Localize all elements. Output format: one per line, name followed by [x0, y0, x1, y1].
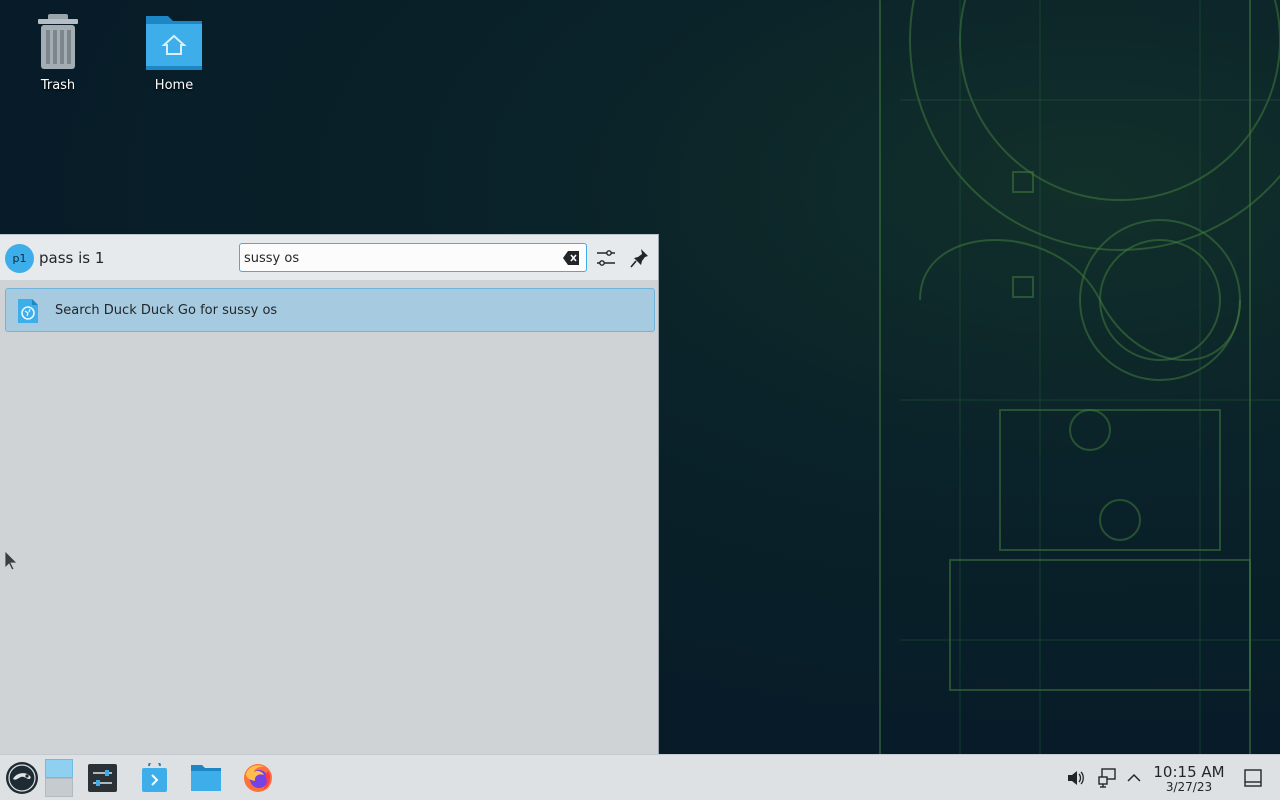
desktop-icon-home[interactable]: Home	[126, 12, 222, 93]
taskbar: 10:15 AM 3/27/23	[0, 754, 1280, 800]
trash-icon	[38, 14, 78, 69]
file-manager-icon[interactable]	[190, 764, 222, 792]
settings-app-icon[interactable]	[88, 764, 117, 792]
mouse-cursor-icon	[4, 550, 18, 571]
firefox-icon[interactable]	[242, 762, 274, 794]
clear-text-icon[interactable]	[562, 250, 580, 266]
opensuse-logo-icon[interactable]	[5, 761, 39, 795]
clock-time[interactable]: 10:15 AM	[1152, 763, 1226, 781]
application-launcher: p1 pass is 1 S	[0, 234, 659, 754]
avatar[interactable]: p1	[5, 244, 34, 273]
search-result-label: Search Duck Duck Go for sussy os	[55, 303, 278, 318]
show-desktop-icon[interactable]	[1244, 769, 1262, 787]
search-input[interactable]	[244, 247, 554, 269]
discover-app-icon[interactable]	[140, 763, 169, 793]
configure-icon[interactable]	[596, 247, 616, 269]
virtual-desktop-pager-icon[interactable]	[45, 759, 73, 797]
expand-tray-icon[interactable]	[1126, 770, 1142, 786]
desktop-icon-label: Trash	[40, 78, 76, 93]
user-name: pass is 1	[39, 249, 105, 267]
network-icon[interactable]	[1097, 768, 1117, 788]
home-folder-icon	[146, 16, 202, 70]
pin-icon[interactable]	[630, 247, 650, 269]
clock-date[interactable]: 3/27/23	[1152, 780, 1226, 794]
desktop-icon-label: Home	[154, 78, 194, 93]
volume-icon[interactable]	[1066, 768, 1086, 788]
web-search-icon	[18, 299, 38, 323]
launcher-header: p1 pass is 1	[0, 235, 658, 281]
search-field[interactable]	[239, 243, 587, 272]
search-result-item[interactable]: Search Duck Duck Go for sussy os	[5, 288, 655, 332]
desktop-icon-trash[interactable]: Trash	[10, 12, 106, 93]
